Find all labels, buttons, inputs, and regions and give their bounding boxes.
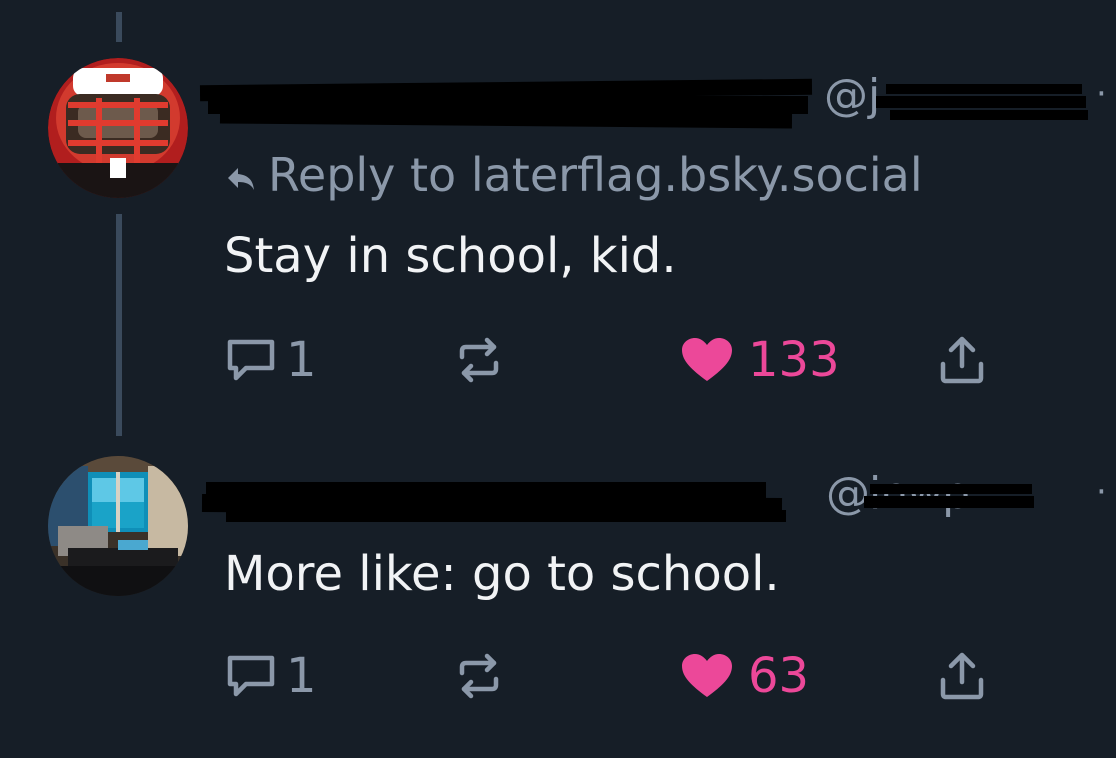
reply-count: 1 (286, 648, 317, 704)
separator-dot: · (1096, 472, 1107, 512)
post-actions: 1 133 (224, 330, 1014, 390)
redaction-bar (890, 110, 1088, 120)
post-text: Stay in school, kid. (224, 228, 677, 284)
reply-count: 1 (286, 332, 317, 388)
share-upload-icon (940, 652, 984, 700)
like-button[interactable]: 133 (680, 330, 840, 390)
redaction-bar (864, 496, 1034, 508)
thread-line-connector (116, 214, 122, 436)
repost-button[interactable] (454, 330, 514, 390)
separator-dot: · (1096, 74, 1107, 114)
heart-icon (682, 654, 732, 697)
redaction-bar (870, 484, 1032, 494)
post-header: @j · (199, 68, 1110, 129)
repost-arrows-icon (459, 337, 499, 383)
handle[interactable]: @j (824, 70, 880, 121)
redaction-bar (226, 510, 786, 522)
repost-button[interactable] (454, 646, 514, 706)
avatar-image (48, 58, 188, 198)
heart-icon (682, 338, 732, 381)
post-actions: 1 63 (224, 646, 1014, 706)
reply-to-link[interactable]: Reply to laterflag.bsky.social (224, 148, 923, 202)
share-button[interactable] (938, 646, 986, 706)
like-button[interactable]: 63 (680, 646, 809, 706)
avatar[interactable] (48, 58, 188, 198)
post-header: @inwp... · (200, 466, 1110, 526)
redaction-bar (876, 96, 1086, 108)
reply-to-label: Reply to laterflag.bsky.social (268, 148, 923, 202)
reply-arrow-icon (228, 167, 254, 190)
repost-arrows-icon (459, 653, 499, 699)
speech-bubble-icon (227, 339, 275, 381)
redaction-bar (886, 84, 1082, 94)
speech-bubble-icon (227, 655, 275, 697)
share-upload-icon (940, 336, 984, 384)
reply-button[interactable]: 1 (224, 646, 317, 706)
avatar[interactable] (48, 456, 188, 596)
like-count: 133 (748, 332, 840, 388)
like-count: 63 (748, 648, 810, 704)
thread-line-top (116, 12, 122, 42)
reply-button[interactable]: 1 (224, 330, 317, 390)
share-button[interactable] (938, 330, 986, 390)
post-text: More like: go to school. (224, 546, 780, 602)
avatar-image (48, 456, 188, 596)
